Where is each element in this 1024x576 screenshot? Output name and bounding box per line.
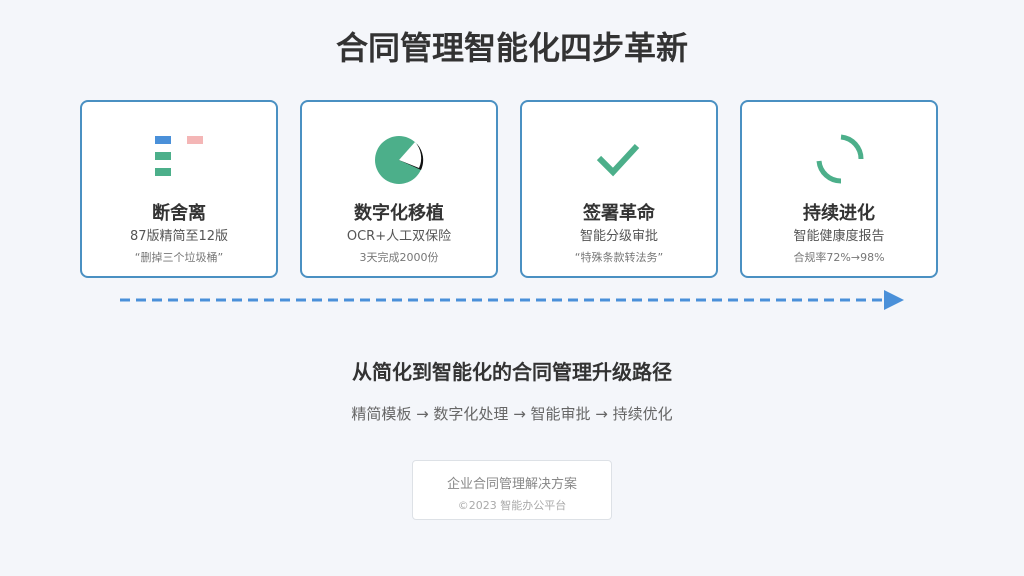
step-desc: OCR+人工双保险 xyxy=(346,229,452,244)
flow-summary: 精简模板 → 数字化处理 → 智能审批 → 持续优化 xyxy=(351,405,673,423)
refresh-cycle-icon xyxy=(816,134,864,184)
step-card-digitize: 数字化移植 OCR+人工双保险 3天完成2000份 xyxy=(300,100,498,278)
step-name: 断舍离 xyxy=(152,203,206,224)
step-desc: 智能健康度报告 xyxy=(793,229,885,244)
step-note: “删掉三个垃圾桶” xyxy=(134,251,224,264)
steps-row: 断舍离 87版精简至12版 “删掉三个垃圾桶” 数字化移植 OCR+人工双保险 … xyxy=(80,100,940,280)
pie-progress-icon xyxy=(375,136,424,184)
step-name: 持续进化 xyxy=(803,203,875,224)
step-card-evolve: 持续进化 智能健康度报告 合规率72%→98% xyxy=(740,100,938,278)
step-card-signing: 签署革命 智能分级审批 “特殊条款转法务” xyxy=(520,100,718,278)
footer-copyright: ©2023 智能办公平台 xyxy=(457,499,567,512)
checkmark-icon xyxy=(596,143,640,177)
step-desc: 智能分级审批 xyxy=(579,229,658,244)
step-note: 3天完成2000份 xyxy=(359,251,439,264)
step-card-declutter: 断舍离 87版精简至12版 “删掉三个垃圾桶” xyxy=(80,100,278,278)
section-subtitle: 从简化到智能化的合同管理升级路径 xyxy=(352,360,672,384)
progress-arrow xyxy=(120,290,904,310)
list-blocks-icon xyxy=(155,136,203,176)
step-note: 合规率72%→98% xyxy=(793,251,885,264)
step-note: “特殊条款转法务” xyxy=(574,251,664,264)
footer-company: 企业合同管理解决方案 xyxy=(446,477,577,492)
footer-box: 企业合同管理解决方案 ©2023 智能办公平台 xyxy=(412,460,612,520)
step-name: 数字化移植 xyxy=(354,203,444,224)
page-title: 合同管理智能化四步革新 xyxy=(335,29,688,67)
step-name: 签署革命 xyxy=(583,203,655,224)
step-desc: 87版精简至12版 xyxy=(129,229,229,244)
